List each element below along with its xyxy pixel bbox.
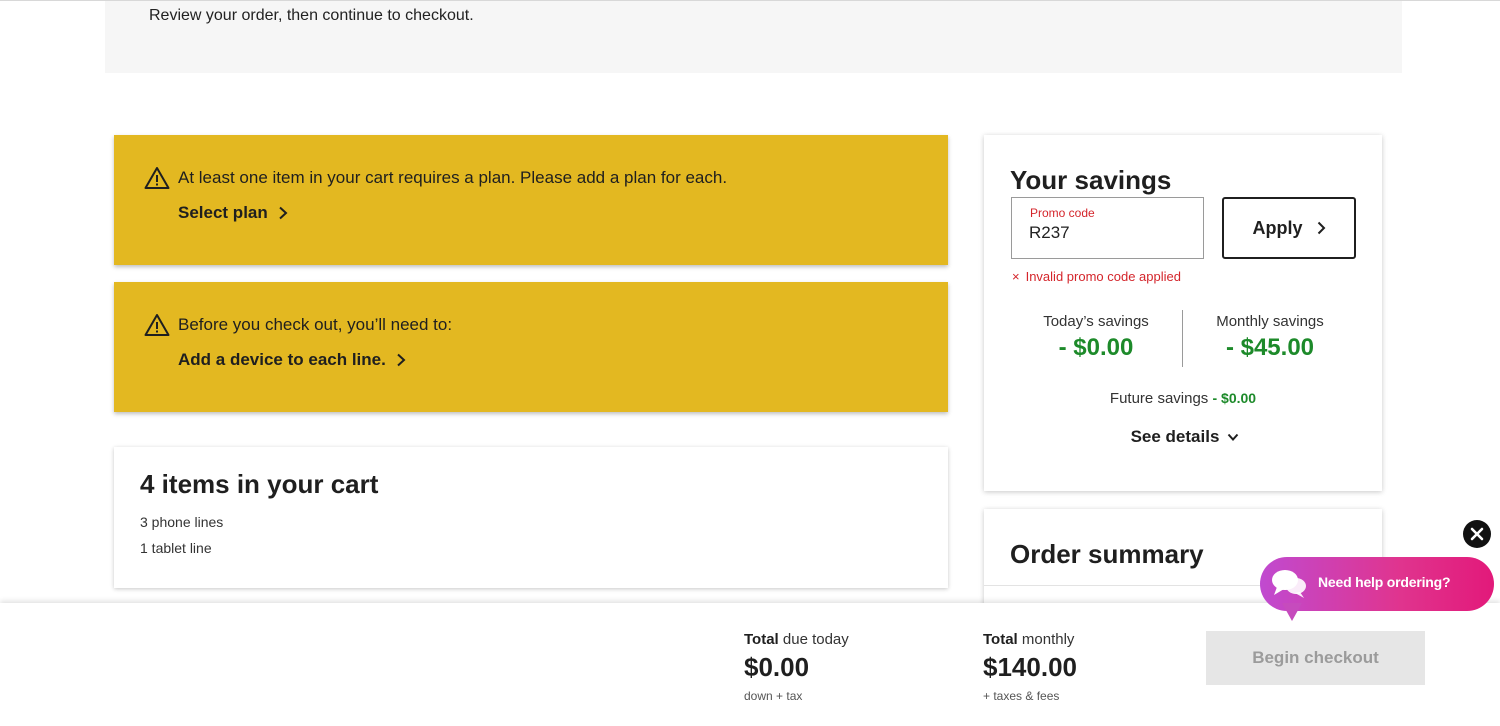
apply-button[interactable]: Apply (1222, 197, 1356, 259)
warning-triangle-icon (144, 167, 170, 189)
promo-code-label: Promo code (1030, 206, 1095, 220)
close-icon (1470, 527, 1484, 541)
add-device-link[interactable]: Add a device to each line. (178, 350, 406, 370)
promo-code-input[interactable] (1029, 222, 1189, 244)
add-device-label: Add a device to each line. (178, 350, 386, 369)
select-plan-label: Select plan (178, 203, 268, 222)
select-plan-link[interactable]: Select plan (178, 203, 288, 223)
total-monthly-amount: $140.00 (983, 652, 1077, 682)
chevron-right-icon (1317, 221, 1325, 235)
todays-savings-value: - $0.00 (1058, 334, 1134, 361)
review-banner: Review your order, then continue to chec… (105, 1, 1402, 73)
savings-title: Your savings (1010, 165, 1172, 195)
total-monthly-bold: Total (983, 631, 1018, 648)
todays-savings: Today’s savings - $0.00 (1011, 313, 1181, 362)
future-savings: Future savings - $0.00 (984, 390, 1382, 407)
monthly-savings-label: Monthly savings (1216, 313, 1324, 330)
total-due-today-rest: due today (782, 631, 849, 648)
promo-code-field[interactable]: Promo code (1011, 197, 1204, 259)
cart-line-phones: 3 phone lines (140, 514, 224, 530)
total-due-today-amount: $0.00 (744, 652, 810, 682)
see-details-label: See details (1130, 427, 1220, 446)
monthly-savings-value: - $45.00 (1225, 334, 1315, 361)
alert-message: Before you check out, you’ll need to: (178, 315, 453, 334)
cart-title: 4 items in your cart (140, 469, 379, 499)
chat-help-label: Need help ordering? (1318, 574, 1451, 590)
cart-card: 4 items in your cart 3 phone lines 1 tab… (114, 447, 948, 588)
begin-checkout-button[interactable]: Begin checkout (1206, 631, 1425, 685)
promo-error-text: Invalid promo code applied (1025, 269, 1181, 284)
alert-message: At least one item in your cart requires … (178, 168, 728, 187)
savings-card: Your savings Promo code Apply × Invalid … (984, 135, 1382, 491)
review-instructions: Review your order, then continue to chec… (149, 7, 474, 24)
chat-help-button[interactable]: Need help ordering? (1260, 557, 1494, 621)
future-savings-label: Future savings (1109, 390, 1209, 407)
chat-bubbles-icon (1272, 570, 1306, 598)
total-due-today-bold: Total (744, 631, 779, 648)
order-summary-title: Order summary (1010, 539, 1204, 569)
checkout-footer: Total due today $0.00 down + tax Total m… (0, 603, 1500, 726)
plan-required-alert: At least one item in your cart requires … (114, 135, 948, 265)
total-monthly: Total monthly $140.00 + taxes & fees (983, 631, 1077, 703)
monthly-savings: Monthly savings - $45.00 (1185, 313, 1355, 362)
warning-triangle-icon (144, 314, 170, 336)
chevron-down-icon (1228, 433, 1239, 441)
future-savings-value: - $0.00 (1212, 390, 1257, 406)
total-monthly-note: + taxes & fees (983, 689, 1060, 703)
apply-label: Apply (1252, 217, 1303, 238)
chat-pill-tail (1282, 603, 1302, 621)
chevron-right-icon (397, 353, 406, 367)
total-due-today: Total due today $0.00 down + tax (744, 631, 849, 703)
cart-line-tablet: 1 tablet line (140, 540, 212, 556)
chevron-right-icon (279, 206, 288, 220)
checkout-requirements-alert: Before you check out, you’ll need to: Ad… (114, 282, 948, 412)
promo-error: × Invalid promo code applied (1012, 269, 1181, 284)
total-monthly-heading: Total monthly (983, 631, 1077, 648)
error-x-icon: × (1012, 269, 1020, 284)
todays-savings-label: Today’s savings (1043, 313, 1149, 330)
chat-close-button[interactable] (1463, 520, 1491, 548)
savings-divider (1182, 310, 1183, 367)
total-due-today-heading: Total due today (744, 631, 849, 648)
total-due-today-note: down + tax (744, 689, 803, 703)
total-monthly-rest: monthly (1021, 631, 1075, 648)
see-details-toggle[interactable]: See details (984, 427, 1358, 447)
